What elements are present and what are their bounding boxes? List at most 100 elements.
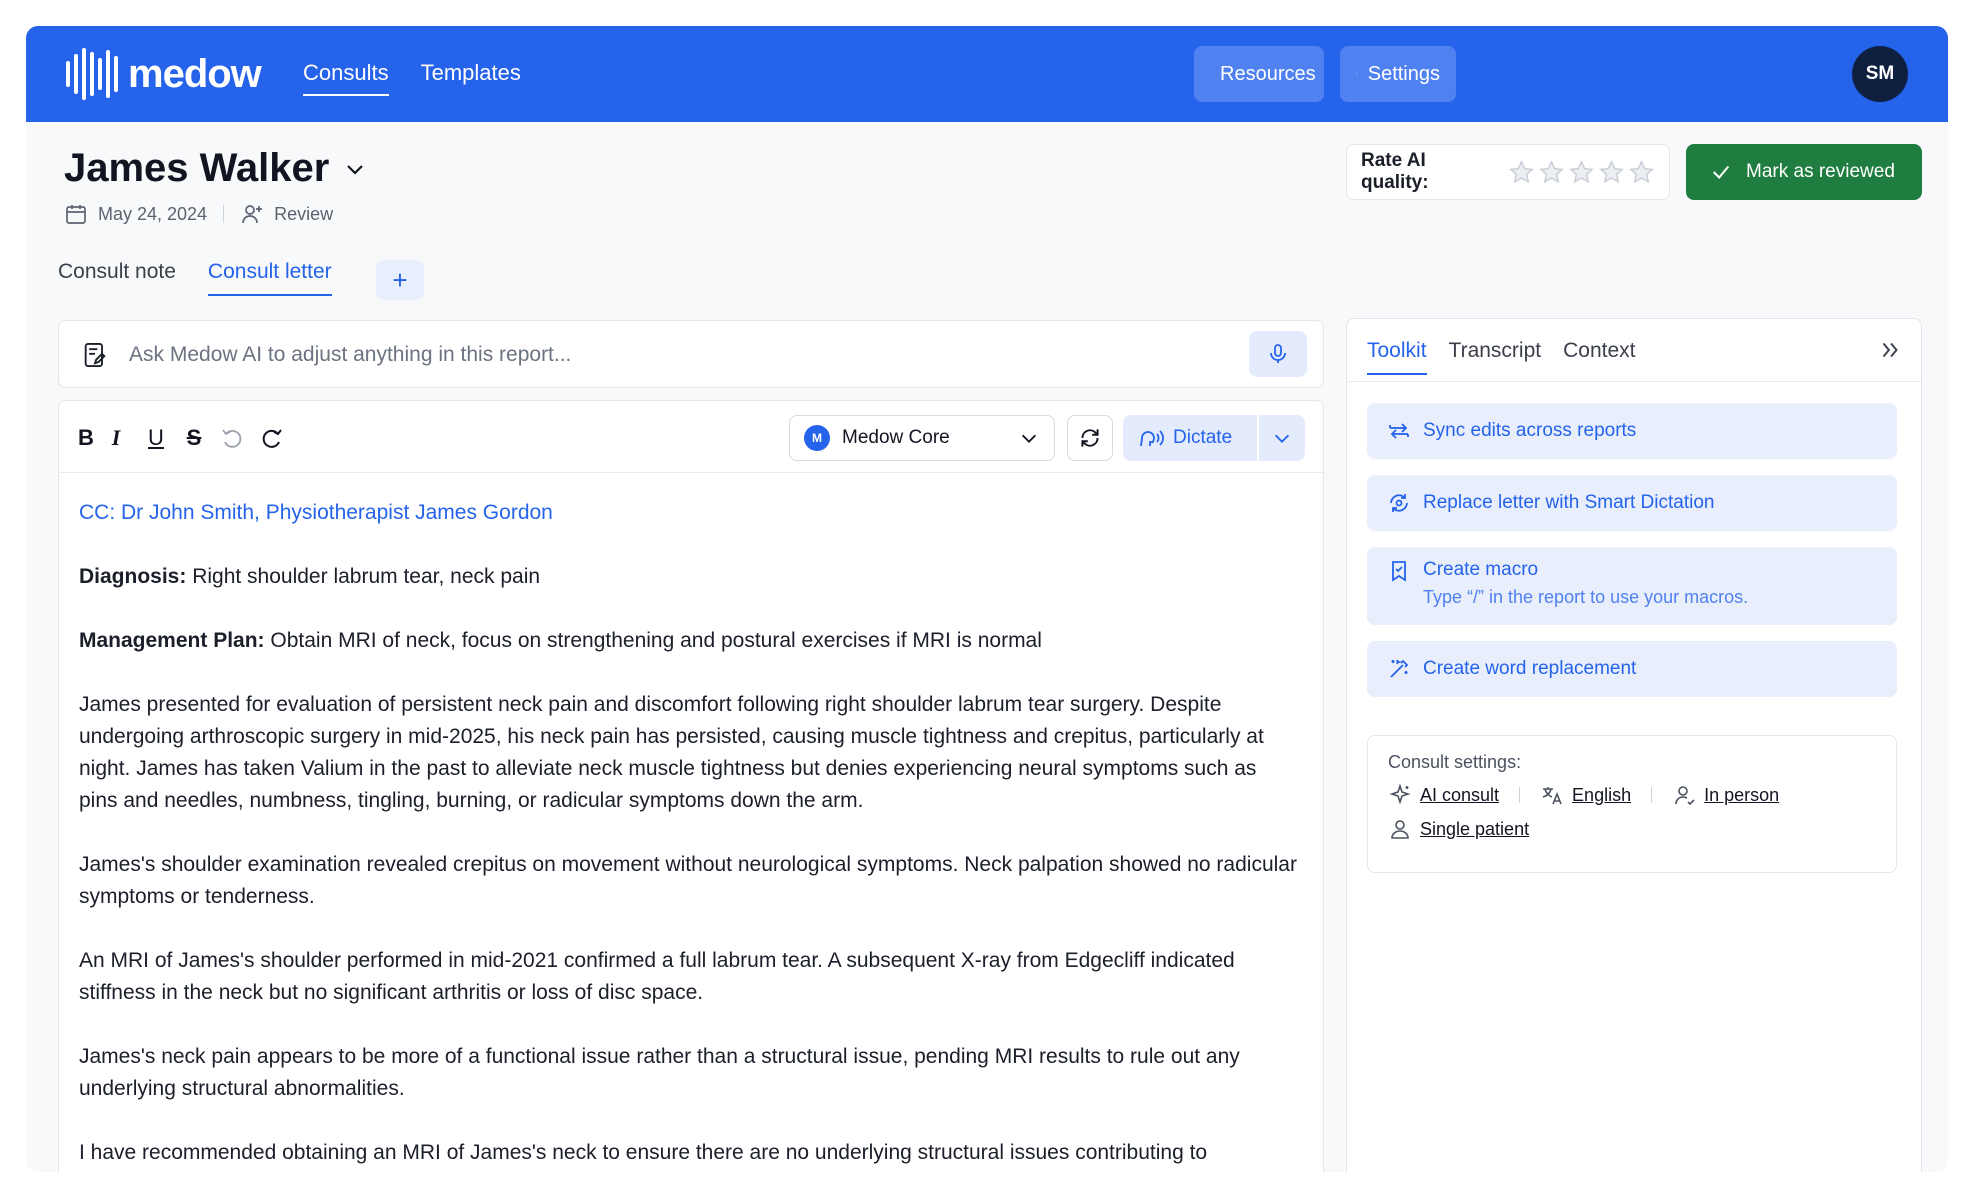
sync-edits-label: Sync edits across reports <box>1423 420 1637 441</box>
user-icon <box>1391 820 1409 839</box>
ai-prompt-input[interactable] <box>129 335 1229 375</box>
letter-paragraph: James's neck pain appears to be more of … <box>79 1045 1240 1100</box>
side-panel: Toolkit Transcript Context Sync edits ac… <box>1346 318 1922 1172</box>
create-word-replacement-label: Create word replacement <box>1423 658 1637 679</box>
side-panel-divider <box>1347 381 1921 382</box>
consult-mode-setting[interactable]: In person <box>1672 783 1779 807</box>
management-plan-text: Obtain MRI of neck, focus on strengtheni… <box>264 629 1042 652</box>
side-panel-tabs: Toolkit Transcript Context <box>1367 339 1635 375</box>
star-icon[interactable] <box>1538 159 1565 186</box>
undo-button[interactable] <box>217 423 247 453</box>
underline-button[interactable]: U <box>141 423 171 453</box>
letter-paragraph: James's shoulder examination revealed cr… <box>79 853 1297 908</box>
bookmark-icon <box>1392 561 1406 582</box>
consult-settings: Consult settings: AI consult English In … <box>1367 735 1897 873</box>
settings-button[interactable]: Settings <box>1340 46 1456 102</box>
patient-count-setting[interactable]: Single patient <box>1388 817 1529 841</box>
management-plan-label: Management Plan: <box>79 629 265 652</box>
patient-count-label: Single patient <box>1420 818 1530 839</box>
add-tab-button[interactable]: + <box>376 260 424 300</box>
user-plus-icon <box>242 205 263 224</box>
resources-button[interactable]: Resources <box>1194 46 1324 102</box>
resources-label: Resources <box>1220 62 1316 85</box>
sync-edits-button[interactable]: Sync edits across reports <box>1367 403 1897 459</box>
ai-quality-rating: Rate AI quality: <box>1346 144 1670 200</box>
medow-logo[interactable]: medow <box>66 48 262 100</box>
document-tabs: Consult note Consult letter <box>58 260 332 296</box>
dictate-button[interactable]: Dictate <box>1123 415 1257 461</box>
letter-paragraph: I have recommended obtaining an MRI of J… <box>79 1141 1208 1164</box>
app-window: medow Consults Templates Resources Setti… <box>26 26 1948 1172</box>
rating-stars <box>1508 159 1655 186</box>
consult-settings-row: Single patient <box>1388 817 1876 841</box>
language-setting[interactable]: English <box>1540 783 1631 807</box>
document-edit-icon <box>84 342 106 368</box>
star-icon[interactable] <box>1628 159 1655 186</box>
create-macro-text: Create macro Type “/” in the report to u… <box>1423 559 1748 608</box>
consult-status[interactable]: Review <box>274 204 333 225</box>
bold-button[interactable]: B <box>71 423 101 453</box>
main-nav: Consults Templates <box>303 60 521 96</box>
patient-selector[interactable]: James Walker <box>64 146 367 191</box>
mark-as-reviewed-button[interactable]: Mark as reviewed <box>1686 144 1922 200</box>
settings-label: Settings <box>1367 62 1440 85</box>
create-word-replacement-button[interactable]: Create word replacement <box>1367 641 1897 697</box>
rating-label: Rate AI quality: <box>1361 150 1429 193</box>
user-avatar[interactable]: SM <box>1852 46 1908 102</box>
tab-consult-note[interactable]: Consult note <box>58 260 176 294</box>
smart-dictation-button[interactable]: Replace letter with Smart Dictation <box>1367 475 1897 531</box>
settings-divider <box>1651 787 1653 803</box>
dictate-options-button[interactable] <box>1259 415 1305 461</box>
collapse-panel-icon[interactable] <box>1877 337 1903 363</box>
nav-templates[interactable]: Templates <box>421 60 521 96</box>
report-editor: B I U S M Medow Core Dictate CC: Dr John… <box>58 400 1324 1172</box>
voice-prompt-button[interactable] <box>1249 331 1307 377</box>
cc-line[interactable]: CC: Dr John Smith, Physiotherapist James… <box>79 497 1299 529</box>
language-label: English <box>1572 784 1632 805</box>
italic-button[interactable]: I <box>101 423 131 453</box>
model-badge-icon: M <box>804 425 830 451</box>
ai-prompt-bar <box>58 320 1324 388</box>
diagnosis-text: Right shoulder labrum tear, neck pain <box>186 565 541 588</box>
model-label: Medow Core <box>842 427 950 448</box>
model-select[interactable]: M Medow Core <box>789 415 1055 461</box>
waveform-logo-icon <box>66 48 118 100</box>
calendar-icon <box>66 205 86 224</box>
letter-paragraph: James presented for evaluation of persis… <box>79 693 1264 812</box>
strikethrough-button[interactable]: S <box>179 423 209 453</box>
tab-transcript[interactable]: Transcript <box>1449 339 1542 375</box>
sparkle-icon <box>1389 783 1411 805</box>
redo-button[interactable] <box>257 423 287 453</box>
star-icon[interactable] <box>1568 159 1595 186</box>
consult-type-setting[interactable]: AI consult <box>1388 783 1499 807</box>
tab-toolkit[interactable]: Toolkit <box>1367 339 1427 375</box>
dictate-label: Dictate <box>1173 427 1233 448</box>
consult-date: May 24, 2024 <box>98 203 208 224</box>
settings-divider <box>1519 787 1521 803</box>
refresh-icon <box>1081 429 1099 447</box>
regenerate-button[interactable] <box>1067 415 1113 461</box>
check-icon <box>1712 165 1730 179</box>
consult-type-label: AI consult <box>1420 784 1500 805</box>
logo-text: medow <box>128 51 262 96</box>
mark-as-reviewed-label: Mark as reviewed <box>1746 161 1895 182</box>
star-icon[interactable] <box>1508 159 1535 186</box>
redo-icon <box>262 429 282 448</box>
letter-paragraph: An MRI of James's shoulder performed in … <box>79 949 1235 1004</box>
star-icon[interactable] <box>1598 159 1625 186</box>
sync-arrows-icon <box>1389 423 1409 439</box>
chevron-down-icon <box>347 164 364 175</box>
create-macro-button[interactable]: Create macro Type “/” in the report to u… <box>1367 547 1897 625</box>
nav-consults[interactable]: Consults <box>303 60 389 96</box>
replace-cycle-icon <box>1390 494 1408 512</box>
create-macro-hint: Type “/” in the report to use your macro… <box>1423 587 1749 607</box>
consult-meta: May 24, 2024 Review <box>64 202 333 226</box>
undo-icon <box>222 429 242 448</box>
diagnosis-label: Diagnosis: <box>79 565 187 588</box>
letter-content[interactable]: CC: Dr John Smith, Physiotherapist James… <box>79 497 1299 1172</box>
smart-dictation-label: Replace letter with Smart Dictation <box>1423 492 1715 513</box>
top-navigation-bar: medow Consults Templates Resources Setti… <box>26 26 1948 122</box>
tab-consult-letter[interactable]: Consult letter <box>207 260 332 296</box>
chevron-down-icon <box>1274 434 1290 443</box>
tab-context[interactable]: Context <box>1563 339 1635 375</box>
